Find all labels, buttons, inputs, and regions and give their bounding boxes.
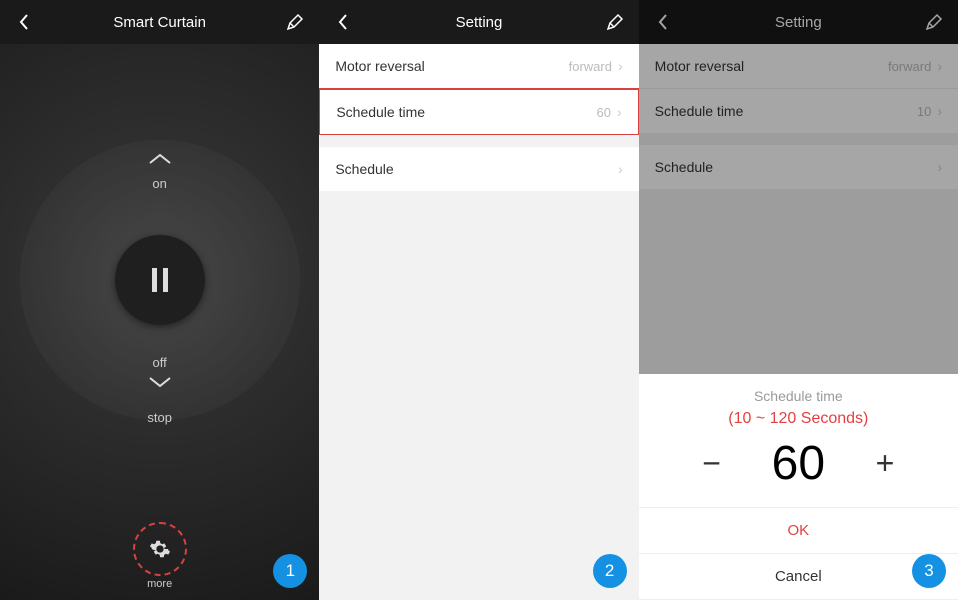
control-ring: on off bbox=[20, 140, 300, 420]
row-value: 60› bbox=[597, 104, 622, 120]
row-label: Motor reversal bbox=[335, 58, 424, 74]
more-button[interactable]: more bbox=[133, 522, 187, 590]
pause-button[interactable] bbox=[115, 235, 205, 325]
row-motor-reversal[interactable]: Motor reversal forward› bbox=[319, 44, 638, 89]
chevron-left-icon bbox=[18, 13, 30, 31]
step-badge: 3 bbox=[912, 554, 946, 588]
row-schedule-time[interactable]: Schedule time 60› bbox=[319, 88, 638, 136]
increment-button[interactable]: + bbox=[865, 445, 905, 482]
cancel-button[interactable]: Cancel bbox=[639, 554, 958, 600]
on-label: on bbox=[130, 176, 190, 191]
step-badge: 2 bbox=[593, 554, 627, 588]
back-button[interactable] bbox=[12, 10, 36, 34]
pencil-icon bbox=[286, 13, 304, 31]
row-value: › bbox=[618, 161, 623, 177]
panel-control: Smart Curtain on off stop bbox=[0, 0, 319, 600]
chevron-right-icon: › bbox=[618, 161, 623, 177]
more-label: more bbox=[133, 578, 187, 590]
chevron-right-icon: › bbox=[618, 58, 623, 74]
row-value: forward› bbox=[569, 58, 623, 74]
more-highlight-ring bbox=[133, 522, 187, 576]
stepper-value: 60 bbox=[772, 436, 825, 491]
settings-list: Motor reversal forward› Schedule time 60… bbox=[319, 44, 638, 136]
row-label: Schedule bbox=[335, 161, 393, 177]
gear-icon bbox=[149, 538, 171, 560]
down-button[interactable] bbox=[146, 375, 174, 394]
back-button[interactable] bbox=[331, 10, 355, 34]
sheet-range: (10 ~ 120 Seconds) bbox=[639, 410, 958, 428]
step-badge: 1 bbox=[273, 554, 307, 588]
edit-button[interactable] bbox=[603, 10, 627, 34]
edit-button[interactable] bbox=[283, 10, 307, 34]
row-label: Schedule time bbox=[336, 104, 425, 120]
pencil-icon bbox=[606, 13, 624, 31]
schedule-time-sheet: Schedule time (10 ~ 120 Seconds) − 60 + … bbox=[639, 374, 958, 600]
stop-label: stop bbox=[147, 410, 172, 425]
decrement-button[interactable]: − bbox=[692, 445, 732, 482]
header: Setting bbox=[319, 0, 638, 44]
panel-setting-sheet: Setting Motor reversal forward› Schedule… bbox=[639, 0, 958, 600]
header: Smart Curtain bbox=[0, 0, 319, 44]
page-title: Setting bbox=[456, 14, 503, 31]
panel-setting: Setting Motor reversal forward› Schedule… bbox=[319, 0, 638, 600]
stepper: − 60 + bbox=[639, 436, 958, 507]
sheet-title: Schedule time bbox=[639, 374, 958, 410]
pause-icon bbox=[152, 268, 168, 292]
chevron-right-icon: › bbox=[617, 104, 622, 120]
ok-button[interactable]: OK bbox=[639, 508, 958, 554]
off-label: off bbox=[130, 355, 190, 370]
page-title: Smart Curtain bbox=[113, 14, 206, 31]
chevron-left-icon bbox=[337, 13, 349, 31]
chevron-up-icon bbox=[146, 152, 174, 166]
row-schedule[interactable]: Schedule › bbox=[319, 147, 638, 191]
chevron-down-icon bbox=[146, 375, 174, 389]
up-button[interactable] bbox=[146, 152, 174, 171]
